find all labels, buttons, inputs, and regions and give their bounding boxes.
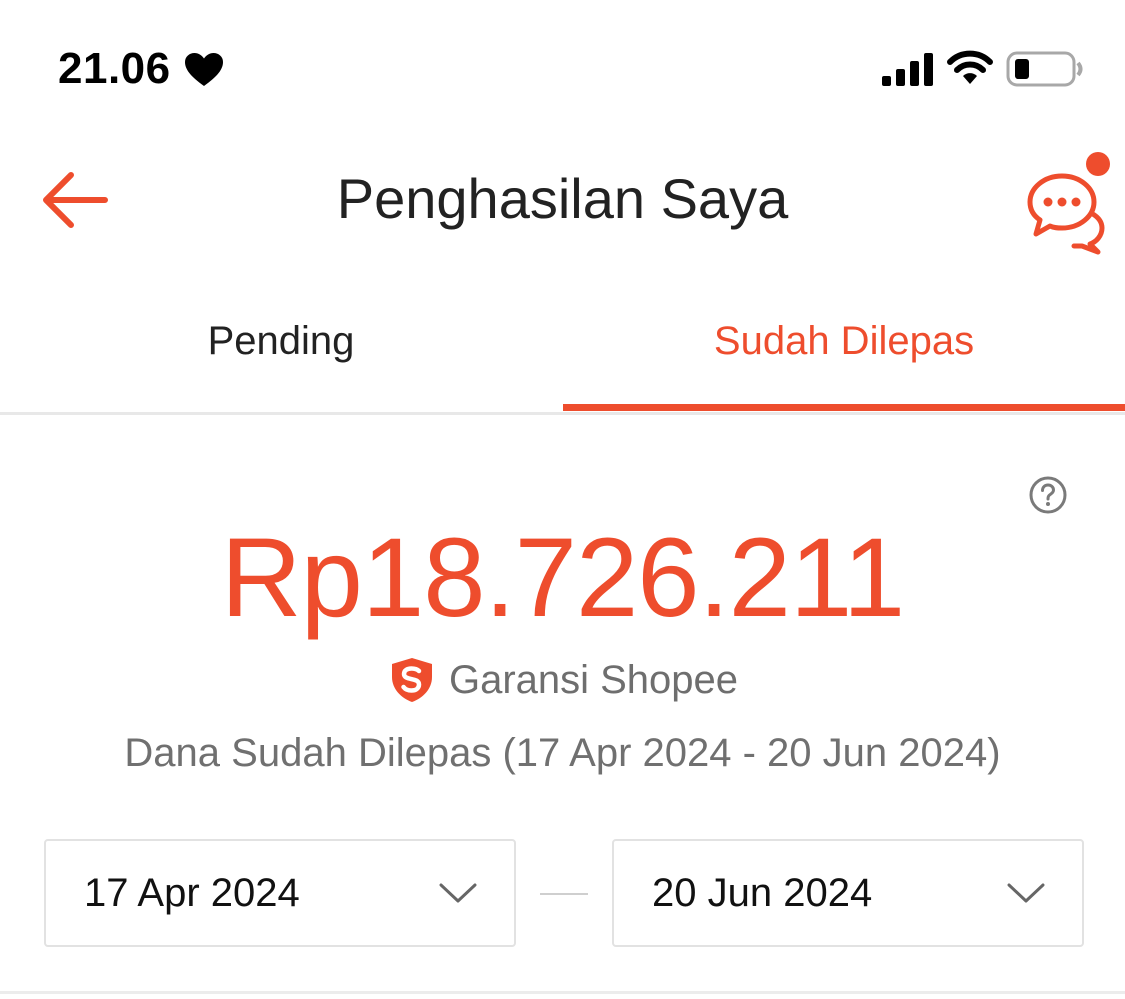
status-bar: 21.06 <box>0 0 1125 130</box>
notification-dot <box>1086 152 1110 176</box>
chevron-down-icon <box>1007 883 1045 903</box>
wifi-icon <box>947 50 993 84</box>
guarantee-row: Garansi Shopee <box>0 655 1125 705</box>
released-range-text: Dana Sudah Dilepas (17 Apr 2024 - 20 Jun… <box>124 731 1001 775</box>
app-header: Penghasilan Saya <box>0 130 1125 270</box>
battery-icon <box>1006 51 1083 87</box>
active-tab-indicator <box>563 404 1125 411</box>
page-title: Penghasilan Saya <box>336 167 789 230</box>
tab-pending[interactable]: Pending <box>0 270 562 412</box>
signal-icon <box>882 53 933 86</box>
end-date-picker[interactable]: 20 Jun 2024 <box>612 839 1084 947</box>
guarantee-label: Garansi Shopee <box>448 657 739 702</box>
date-range-separator <box>540 893 588 895</box>
status-time: 21.06 <box>58 44 171 93</box>
chat-icon <box>1027 173 1105 255</box>
help-icon[interactable] <box>1028 475 1068 515</box>
tab-bar: Pending Sudah Dilepas <box>0 270 1125 415</box>
earnings-card: Rp18.726.211 Garansi Shopee Dana Sudah D… <box>0 415 1125 999</box>
chevron-down-icon <box>439 883 477 903</box>
heart-icon <box>185 53 223 86</box>
start-date-value: 17 Apr 2024 <box>84 870 300 915</box>
tab-sudah-dilepas[interactable]: Sudah Dilepas <box>563 270 1125 412</box>
earnings-amount: Rp18.726.211 <box>220 515 905 640</box>
divider <box>0 991 1125 994</box>
end-date-value: 20 Jun 2024 <box>652 870 873 915</box>
shield-icon <box>391 658 432 702</box>
start-date-picker[interactable]: 17 Apr 2024 <box>44 839 516 947</box>
